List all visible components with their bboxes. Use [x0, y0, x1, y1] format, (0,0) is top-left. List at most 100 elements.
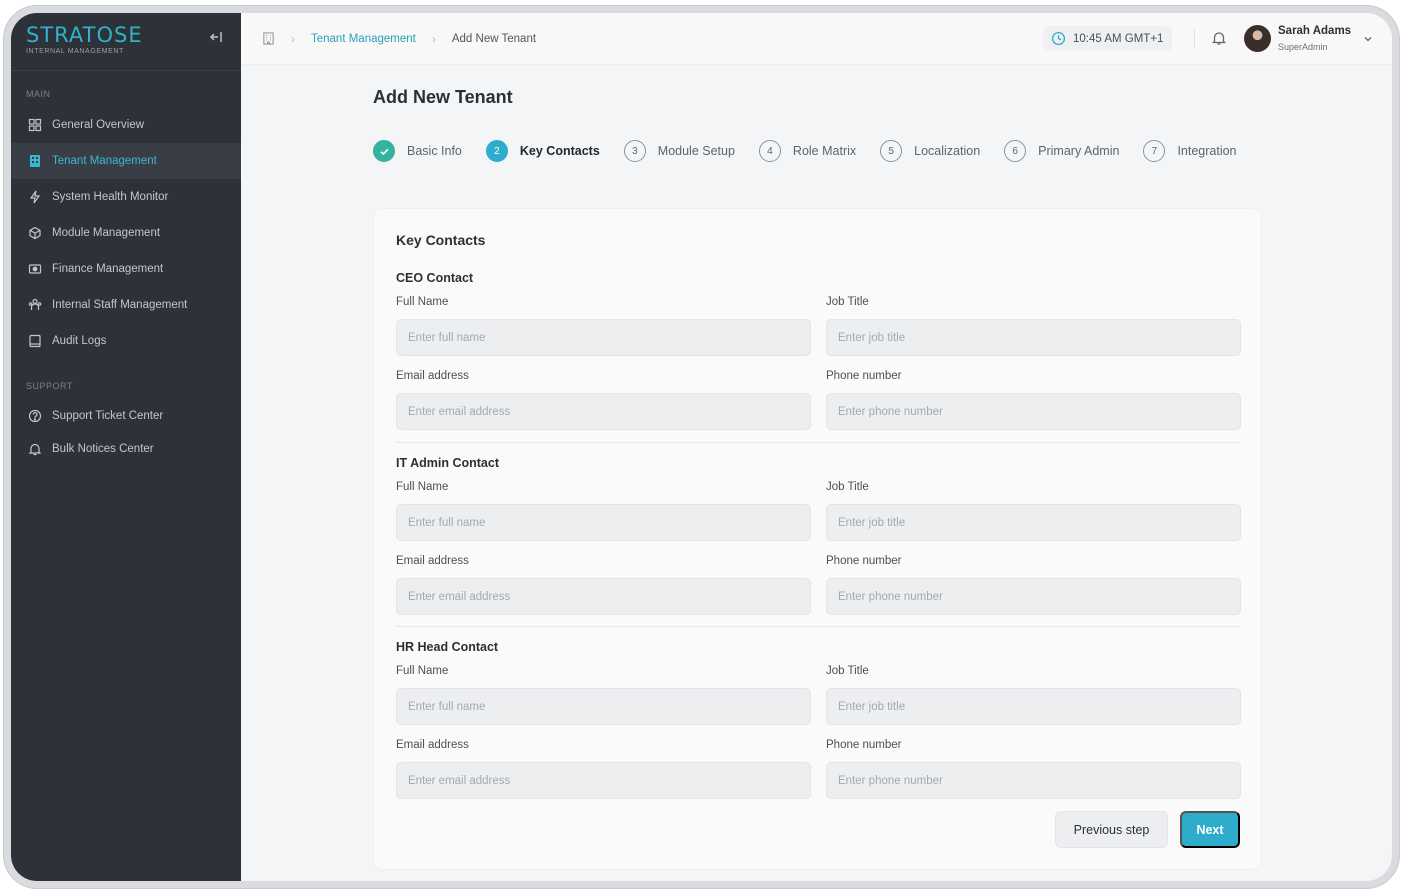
page-title: Add New Tenant	[373, 87, 513, 107]
hr-head-email-input[interactable]	[396, 762, 811, 799]
it-admin-full-name-input[interactable]	[396, 504, 811, 541]
it-admin-email-input[interactable]	[396, 578, 811, 615]
sidebar: STRATOSE INTERNAL MANAGEMENT MAIN Genera…	[11, 13, 241, 881]
field-label: Full Name	[396, 665, 449, 677]
it-admin-phone-input[interactable]	[826, 578, 1241, 615]
avatar[interactable]	[1244, 25, 1271, 52]
sidebar-item-finance-management[interactable]: Finance Management	[11, 251, 241, 287]
brand: STRATOSE INTERNAL MANAGEMENT	[11, 13, 241, 71]
section-label-support: SUPPORT	[26, 381, 73, 391]
next-button[interactable]: Next	[1180, 811, 1240, 848]
sidebar-item-tenant-management[interactable]: Tenant Management	[11, 143, 241, 179]
step-primary-admin[interactable]: 6 Primary Admin	[1004, 140, 1119, 162]
step-label: Primary Admin	[1038, 144, 1120, 158]
sidebar-item-label: Bulk Notices Center	[52, 442, 154, 455]
sidebar-item-general-overview[interactable]: General Overview	[11, 107, 241, 143]
sidebar-item-system-health-monitor[interactable]: System Health Monitor	[11, 179, 241, 215]
step-role-matrix[interactable]: 4 Role Matrix	[758, 140, 857, 162]
chevron-down-icon[interactable]	[1363, 34, 1373, 44]
field-label: Email address	[396, 739, 469, 751]
sidebar-item-bulk-notices-center[interactable]: Bulk Notices Center	[11, 432, 241, 465]
group-title: CEO Contact	[396, 271, 474, 285]
device-frame: STRATOSE INTERNAL MANAGEMENT MAIN Genera…	[3, 5, 1400, 889]
sidebar-item-label: Support Ticket Center	[52, 409, 164, 422]
step-localization[interactable]: 5 Localization	[880, 140, 980, 162]
divider	[396, 626, 1241, 627]
it-admin-job-title-input[interactable]	[826, 504, 1241, 541]
divider	[396, 442, 1241, 443]
field-label: Job Title	[826, 481, 869, 493]
sidebar-item-audit-logs[interactable]: Audit Logs	[11, 323, 241, 359]
step-number: 6	[1004, 140, 1027, 162]
money-icon	[28, 264, 42, 274]
field-label: Email address	[396, 555, 469, 567]
hr-head-full-name-input[interactable]	[396, 688, 811, 725]
chevron-right-icon: ›	[291, 31, 295, 46]
hr-head-job-title-input[interactable]	[826, 688, 1241, 725]
field-label: Email address	[396, 370, 469, 382]
it-admin-contact-group: IT Admin Contact Full Name Job Title	[396, 455, 1241, 629]
field-label: Job Title	[826, 665, 869, 677]
sidebar-item-module-management[interactable]: Module Management	[11, 215, 241, 251]
building-icon	[30, 155, 40, 167]
ceo-email-input[interactable]	[396, 393, 811, 430]
sidebar-item-label: General Overview	[52, 119, 145, 131]
step-number: 7	[1143, 140, 1166, 162]
field-label: Full Name	[396, 296, 449, 308]
sidebar-item-internal-staff-management[interactable]: Internal Staff Management	[11, 287, 241, 323]
previous-step-button[interactable]: Previous step	[1055, 811, 1168, 848]
group-title: HR Head Contact	[396, 640, 499, 654]
main-area: › Tenant Management › Add New Tenant 10:…	[241, 13, 1392, 881]
ceo-job-title-input[interactable]	[826, 319, 1241, 356]
user-role: SuperAdmin	[1278, 42, 1328, 52]
sidebar-item-label: Internal Staff Management	[52, 299, 188, 311]
notifications-bell-icon[interactable]	[1211, 30, 1227, 46]
breadcrumb-link-tenant-management[interactable]: Tenant Management	[311, 33, 416, 45]
ceo-full-name-input[interactable]	[396, 319, 811, 356]
help-circle-icon	[28, 409, 42, 422]
topbar: › Tenant Management › Add New Tenant 10:…	[241, 13, 1392, 65]
field-label: Full Name	[396, 481, 449, 493]
collapse-sidebar-icon[interactable]	[209, 30, 223, 44]
sidebar-item-label: System Health Monitor	[52, 191, 169, 203]
field-label: Job Title	[826, 296, 869, 308]
sidebar-item-support-ticket-center[interactable]: Support Ticket Center	[11, 399, 241, 432]
step-integration[interactable]: 7 Integration	[1143, 140, 1237, 162]
hr-head-contact-group: HR Head Contact Full Name Job Title	[396, 639, 1241, 813]
cube-icon	[29, 226, 41, 240]
step-label: Localization	[914, 144, 981, 158]
check-icon	[373, 140, 395, 162]
hr-head-phone-input[interactable]	[826, 762, 1241, 799]
step-label: Integration	[1177, 144, 1237, 158]
card-title: Key Contacts	[396, 232, 486, 248]
field-label: Phone number	[826, 370, 902, 382]
group-title: IT Admin Contact	[396, 456, 500, 470]
bell-icon	[28, 443, 42, 455]
stepper: Basic Info 2 Key Contacts 3 Module Setup…	[373, 139, 1261, 163]
user-name[interactable]: Sarah Adams	[1278, 25, 1351, 37]
clock-icon	[1051, 31, 1066, 46]
section-label-main: MAIN	[26, 89, 51, 99]
field-label: Phone number	[826, 739, 902, 751]
log-icon	[29, 334, 41, 348]
sidebar-item-label: Audit Logs	[52, 335, 107, 347]
sidebar-item-label: Module Management	[52, 227, 161, 239]
step-key-contacts[interactable]: 2 Key Contacts	[485, 140, 600, 162]
grid-icon	[28, 118, 42, 132]
step-module-setup[interactable]: 3 Module Setup	[623, 140, 735, 162]
bolt-icon	[29, 190, 41, 204]
people-icon	[28, 298, 42, 310]
ceo-phone-input[interactable]	[826, 393, 1241, 430]
content: Add New Tenant Basic Info 2 Key Contacts…	[241, 65, 1392, 881]
ceo-contact-group: CEO Contact Full Name Job Title	[396, 270, 1241, 444]
building-icon[interactable]	[262, 32, 275, 45]
step-label: Module Setup	[657, 144, 735, 158]
step-label: Basic Info	[407, 144, 462, 158]
step-basic-info[interactable]: Basic Info	[373, 140, 462, 162]
step-label: Role Matrix	[792, 144, 857, 158]
sidebar-item-label: Finance Management	[52, 263, 164, 275]
chevron-right-icon: ›	[431, 31, 436, 46]
step-number: 5	[880, 140, 903, 162]
step-number: 3	[623, 140, 646, 162]
breadcrumb-current: Add New Tenant	[451, 32, 537, 45]
